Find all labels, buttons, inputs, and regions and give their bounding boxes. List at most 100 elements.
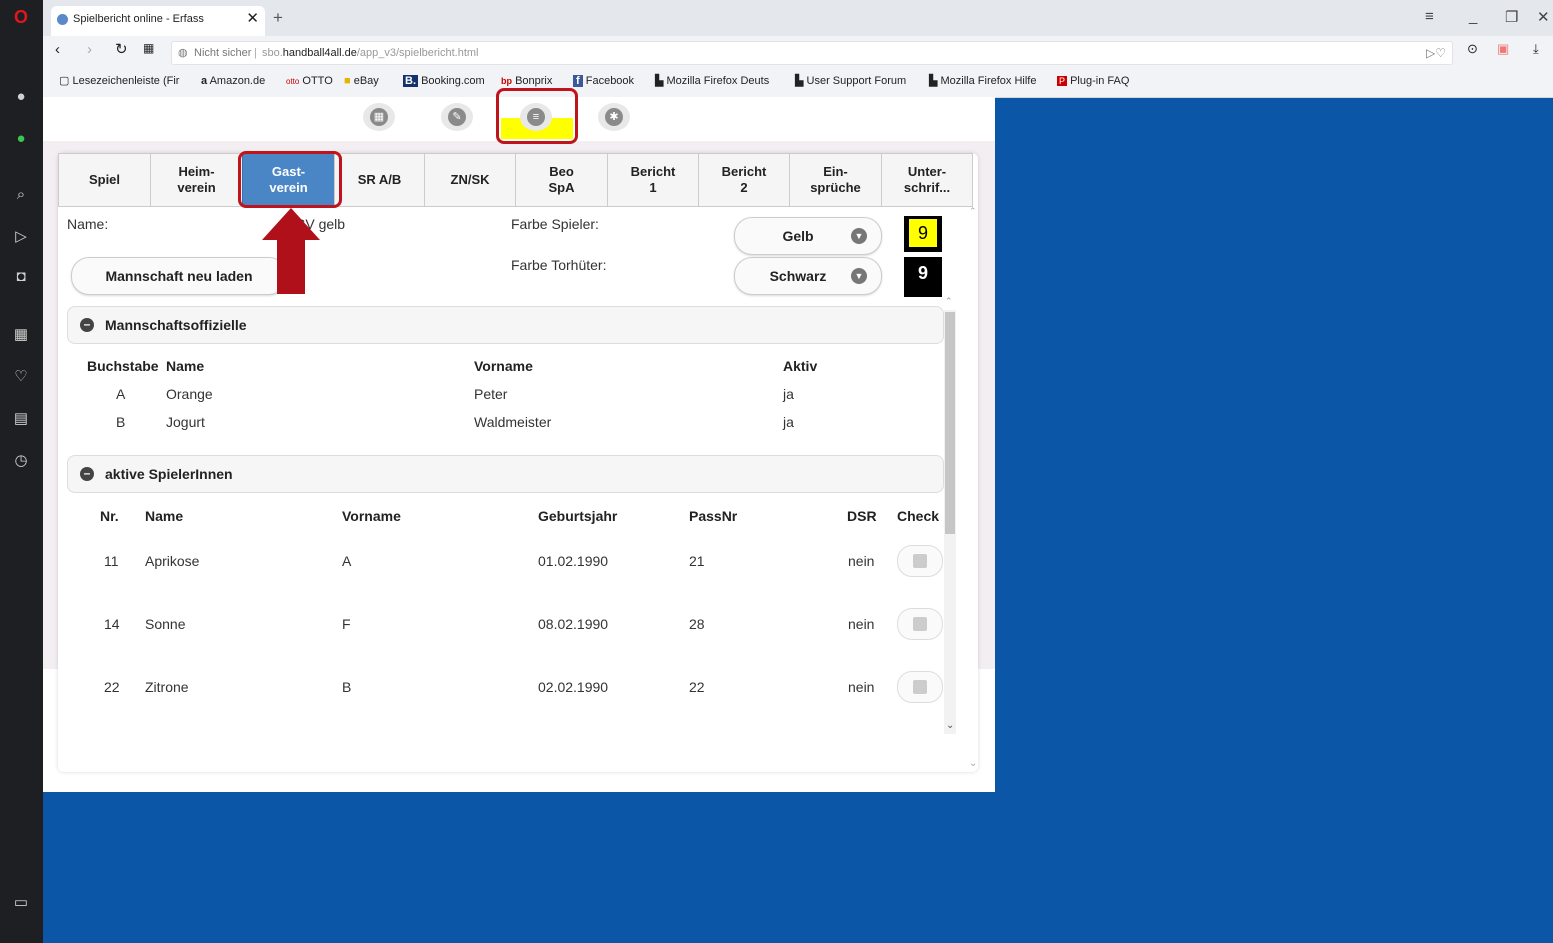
keypad-icon: ▦ — [370, 108, 388, 126]
outer-scroll-down-icon[interactable]: ⌄ — [969, 758, 977, 769]
bookmark-ebay[interactable]: ■ eBay — [344, 70, 379, 92]
tab-menu-icon[interactable]: ≡ — [1425, 8, 1434, 25]
officials-title: Mannschaftsoffizielle — [105, 317, 247, 333]
search-icon[interactable]: ⌕ — [10, 184, 32, 206]
bookmark-label: Mozilla Firefox Hilfe — [940, 75, 1037, 87]
bookmark-label: OTTO — [302, 75, 333, 87]
scroll-up-icon[interactable]: ⌃ — [945, 296, 953, 307]
tab-spiel[interactable]: Spiel — [58, 153, 151, 207]
tab-sr-ab[interactable]: SR A/B — [334, 153, 425, 207]
bookmark-facebook[interactable]: f Facebook — [573, 70, 634, 92]
send-icon[interactable]: ▷ — [10, 226, 32, 248]
scroll-down-icon[interactable]: ⌄ — [946, 720, 954, 731]
url-domain: handball4all.de — [282, 47, 357, 59]
globe-icon: ◍ — [178, 47, 188, 59]
close-tab-icon[interactable]: ✕ — [246, 6, 259, 32]
tab-zn-sk[interactable]: ZN/SK — [424, 153, 516, 207]
settings-button[interactable]: ✱ — [598, 103, 630, 131]
player-check-toggle[interactable] — [897, 545, 943, 577]
download-icon[interactable]: ⤓ — [1533, 41, 1539, 57]
speed-dial-icon[interactable]: ▦ — [143, 41, 154, 55]
tab-bericht-1[interactable]: Bericht 1 — [607, 153, 699, 207]
bookmark-otto[interactable]: otto OTTO — [286, 70, 333, 93]
restore-icon[interactable]: ❐ — [1505, 8, 1518, 26]
player-birth: 08.02.1990 — [538, 616, 609, 632]
history-icon[interactable]: ◷ — [10, 450, 32, 472]
extension-icon[interactable]: ▣ — [1497, 41, 1509, 57]
close-window-icon[interactable]: ✕ — [1537, 8, 1550, 26]
checkbox-icon — [913, 554, 927, 568]
player-color-select[interactable]: Gelb ▼ — [734, 217, 882, 255]
bookmark-amazon[interactable]: a Amazon.de — [201, 70, 265, 92]
browser-sidebar: O ● ● ⌕ ▷ ◘ ▦ ♡ ▤ ◷ ▭ — [0, 0, 43, 943]
outer-scroll-up-icon[interactable]: ⌃ — [969, 206, 977, 217]
heart-icon[interactable]: ♡ — [10, 366, 32, 388]
officials-header-active: Aktiv — [783, 358, 818, 374]
forward-icon[interactable]: › — [87, 41, 92, 58]
inner-scrollbar-thumb[interactable] — [945, 312, 955, 534]
bookmark-support-forum[interactable]: ▙ User Support Forum — [795, 70, 906, 92]
bookmark-mozilla-deutsch[interactable]: ▙ Mozilla Firefox Deuts — [655, 70, 769, 92]
reload-team-button[interactable]: Mannschaft neu laden — [71, 257, 287, 295]
reload-icon[interactable]: ↻ — [115, 40, 128, 58]
highlight-box-gastverein — [238, 151, 342, 208]
bookmark-label: Lesezeichenleiste (Fir — [72, 75, 180, 87]
browser-tab[interactable]: Spielbericht online - Erfass ✕ — [51, 6, 265, 36]
messenger-icon[interactable]: ● — [10, 86, 32, 108]
tab-beo-spa[interactable]: Beo SpA — [515, 153, 608, 207]
url-prefix: sbo. — [262, 47, 283, 59]
officials-section-header[interactable]: – Mannschaftsoffizielle — [67, 306, 944, 344]
player-check-toggle[interactable] — [897, 608, 943, 640]
opera-logo-icon[interactable]: O — [10, 6, 32, 28]
player-name: Sonne — [145, 616, 186, 632]
speed-dial-icon[interactable]: ▦ — [10, 324, 32, 346]
highlight-box-list — [496, 88, 578, 144]
tab-unterschriften[interactable]: Unter- schrif... — [881, 153, 973, 207]
bookmark-firefox-help[interactable]: ▙ Mozilla Firefox Hilfe — [929, 70, 1036, 92]
checkbox-icon — [913, 617, 927, 631]
bookmark-folder[interactable]: ▢ Lesezeichenleiste (Fir — [59, 70, 179, 92]
sidebar-toggle-icon[interactable]: ▭ — [10, 892, 32, 914]
player-nr: 11 — [104, 553, 119, 569]
official-name: Jogurt — [166, 414, 205, 430]
player-dsr: nein — [848, 679, 875, 695]
keypad-button[interactable]: ▦ — [363, 103, 395, 131]
checkbox-icon — [913, 680, 927, 694]
keeper-color-select[interactable]: Schwarz ▼ — [734, 257, 882, 295]
name-label: Name: — [67, 216, 109, 232]
bookmark-label: Facebook — [585, 75, 635, 87]
pencil-icon: ✎ — [448, 108, 466, 126]
player-nr: 14 — [104, 616, 120, 632]
bookmark-heart-icon[interactable]: ▷♡ — [1426, 42, 1446, 64]
bookmark-label: Amazon.de — [209, 75, 266, 87]
player-color-badge: 9 — [909, 219, 937, 247]
player-pass: 28 — [689, 616, 705, 632]
tab-einsprueche[interactable]: Ein- sprüche — [789, 153, 882, 207]
whatsapp-icon[interactable]: ● — [10, 128, 32, 150]
tab-bericht-2[interactable]: Bericht 2 — [698, 153, 790, 207]
address-bar[interactable]: ◍ Nicht sicher | sbo.handball4all.de/app… — [171, 41, 1453, 65]
player-birth: 01.02.1990 — [538, 553, 609, 569]
camera-icon[interactable]: ◘ — [10, 266, 32, 288]
favicon-icon — [57, 14, 68, 25]
bookmark-plugin-faq[interactable]: P Plug-in FAQ — [1057, 70, 1129, 92]
official-active: ja — [783, 414, 794, 430]
news-icon[interactable]: ▤ — [10, 408, 32, 430]
back-icon[interactable]: ‹ — [55, 41, 60, 58]
players-section-header[interactable]: – aktive SpielerInnen — [67, 455, 944, 493]
officials-header-first: Vorname — [474, 358, 533, 374]
player-pass: 22 — [689, 679, 705, 695]
official-active: ja — [783, 386, 794, 402]
tab-heimverein[interactable]: Heim- verein — [150, 153, 243, 207]
player-color-value: Gelb — [782, 228, 814, 244]
players-header-name: Name — [145, 508, 184, 524]
official-first: Waldmeister — [474, 414, 552, 430]
player-check-toggle[interactable] — [897, 671, 943, 703]
bookmark-booking[interactable]: B. Booking.com — [403, 70, 485, 92]
account-icon[interactable]: ⊙ — [1467, 41, 1478, 57]
new-tab-button[interactable]: + — [273, 8, 283, 28]
player-first: A — [342, 553, 352, 569]
bookmark-label: User Support Forum — [806, 75, 907, 87]
minimize-icon[interactable]: _ — [1469, 8, 1477, 25]
edit-button[interactable]: ✎ — [441, 103, 473, 131]
